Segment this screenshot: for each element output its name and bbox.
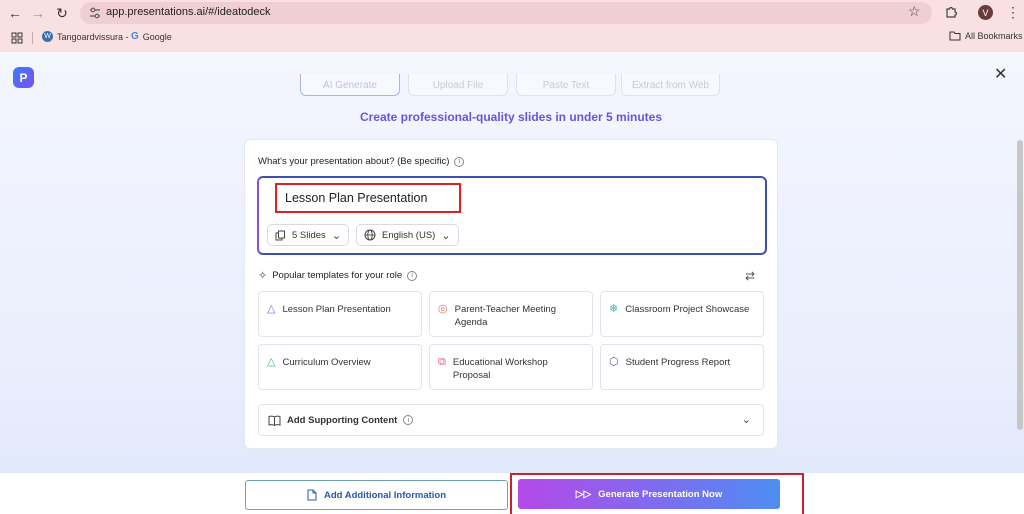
browser-toolbar: ← → ↻ app.presentations.ai/#/ideatodeck … (0, 0, 1024, 26)
prompt-card: What's your presentation about? (Be spec… (244, 139, 778, 449)
add-info-label: Add Additional Information (323, 489, 447, 501)
bookmarks-divider (32, 32, 33, 44)
forward-icon[interactable]: → (28, 3, 48, 23)
page-tagline: Create professional-quality slides in un… (359, 110, 663, 124)
bookmark-label: Tangoardvissura - (57, 31, 129, 42)
tab-label: Paste Text (542, 80, 590, 91)
template-label: Educational Workshop Proposal (452, 357, 548, 382)
extensions-icon[interactable] (944, 4, 958, 18)
template-card[interactable]: ⧉ Educational Workshop Proposal (429, 344, 593, 390)
templates-heading: Popular templates for your role (272, 270, 403, 281)
supporting-content-label: Add Supporting Content (287, 414, 398, 426)
reload-icon[interactable]: ↻ (52, 3, 72, 23)
generate-label: Generate Presentation Now (598, 488, 723, 500)
generate-presentation-button[interactable]: ▷▷ Generate Presentation Now (518, 479, 780, 509)
folder-icon (949, 31, 961, 41)
slides-dropdown[interactable]: 5 Slides ⌄ (267, 224, 350, 246)
tab-label: Extract from Web (631, 80, 710, 91)
rings-icon: ◎ (438, 303, 448, 315)
tab-ai-generate[interactable]: AI Generate (300, 74, 400, 96)
template-card[interactable]: ❄ Classroom Project Showcase (600, 291, 764, 337)
browser-chrome: ← → ↻ app.presentations.ai/#/ideatodeck … (0, 0, 1024, 52)
slides-icon (275, 230, 285, 240)
app-page: P ✕ AI Generate Upload File Paste Text E… (0, 52, 1024, 514)
template-label: Student Progress Report (625, 357, 731, 368)
templates-heading-row: ✧ Popular templates for your role i (258, 269, 418, 282)
info-icon[interactable]: i (454, 156, 465, 167)
tab-extract-from-web[interactable]: Extract from Web (621, 74, 720, 96)
language-value: English (US) (382, 229, 436, 241)
app-logo[interactable]: P (13, 67, 34, 88)
slides-value: 5 Slides (292, 229, 326, 241)
triangle-icon: △ (267, 303, 276, 315)
template-card[interactable]: △ Curriculum Overview (258, 344, 422, 390)
question-label-row: What's your presentation about? (Be spec… (258, 156, 465, 167)
tab-paste-text[interactable]: Paste Text (516, 74, 616, 96)
bookmark-label: Google (142, 31, 172, 42)
source-tabs: AI Generate Upload File Paste Text Extra… (300, 74, 720, 96)
apps-grid-icon[interactable] (11, 32, 23, 44)
url-text: app.presentations.ai/#/ideatodeck (106, 6, 271, 18)
chevron-down-icon: ⌄ (741, 414, 751, 426)
supporting-content-toggle[interactable]: Add Supporting Content i ⌄ (258, 404, 764, 436)
fast-forward-icon: ▷▷ (575, 488, 592, 500)
info-icon[interactable]: i (403, 415, 414, 425)
close-icon[interactable]: ✕ (994, 64, 1007, 84)
globe-icon (364, 229, 376, 241)
browser-menu-icon[interactable]: ⋮ (1006, 4, 1020, 21)
triangle-icon: △ (267, 356, 276, 368)
info-icon[interactable]: i (407, 270, 418, 281)
chevron-down-icon: ⌄ (331, 229, 342, 242)
bookmark-item[interactable]: G Google (131, 31, 172, 42)
question-label: What's your presentation about? (Be spec… (258, 156, 450, 167)
all-bookmarks-label: All Bookmarks (965, 31, 1023, 41)
bookmarks-bar: W Tangoardvissura - G Google All Bookmar… (0, 27, 1024, 49)
snowflake-icon: ❄ (609, 303, 619, 315)
back-icon[interactable]: ← (5, 3, 25, 23)
template-label: Parent-Teacher Meeting Agenda (454, 304, 556, 329)
topic-input-box[interactable]: Lesson Plan Presentation 5 Slides ⌄ Engl… (257, 176, 767, 255)
template-card[interactable]: ◎ Parent-Teacher Meeting Agenda (429, 291, 593, 337)
template-label: Lesson Plan Presentation (282, 304, 391, 315)
wordpress-icon: W (42, 31, 53, 42)
bookmark-item[interactable]: W Tangoardvissura - (42, 31, 129, 42)
language-dropdown[interactable]: English (US) ⌄ (356, 224, 459, 246)
all-bookmarks[interactable]: All Bookmarks (949, 31, 1023, 41)
scrollbar[interactable] (1017, 140, 1023, 430)
template-label: Curriculum Overview (282, 357, 371, 368)
bottom-action-bar: Add Additional Information ▷▷ Generate P… (0, 473, 1024, 514)
site-settings-icon[interactable] (88, 6, 102, 20)
squares-icon: ⧉ (438, 356, 446, 368)
tab-upload-file[interactable]: Upload File (408, 74, 508, 96)
template-card[interactable]: ⬡ Student Progress Report (600, 344, 764, 390)
cube-icon: ⬡ (609, 356, 619, 368)
chevron-down-icon: ⌄ (441, 229, 451, 242)
google-icon: G (131, 31, 139, 42)
tab-label: AI Generate (323, 80, 377, 91)
profile-avatar[interactable]: V (978, 5, 993, 20)
address-bar[interactable]: app.presentations.ai/#/ideatodeck (80, 2, 932, 24)
template-card[interactable]: △ Lesson Plan Presentation (258, 291, 422, 337)
book-icon (268, 415, 281, 426)
bookmark-star-icon[interactable]: ☆ (908, 3, 921, 20)
refresh-templates-icon[interactable]: ⇄ (745, 269, 755, 283)
topic-input[interactable]: Lesson Plan Presentation (275, 183, 461, 213)
template-label: Classroom Project Showcase (625, 304, 750, 315)
document-icon (307, 489, 317, 501)
add-additional-information-button[interactable]: Add Additional Information (245, 480, 508, 510)
sparkle-icon: ✧ (258, 270, 268, 282)
tab-label: Upload File (432, 80, 484, 91)
